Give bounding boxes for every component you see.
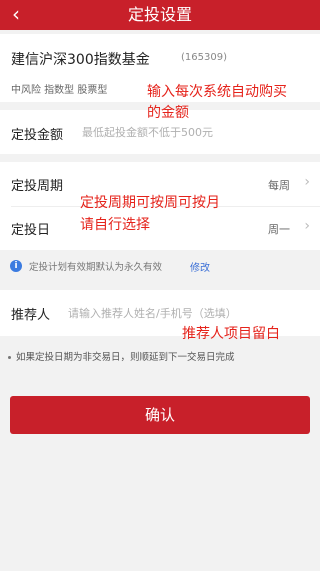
non-trading-day-note: 如果定投日期为非交易日，则顺延到下一交易日完成 <box>8 349 235 363</box>
bullet-icon <box>8 356 11 359</box>
day-label: 定投日 <box>11 223 51 238</box>
annotation-amount-line1: 输入每次系统自动购买 <box>147 84 287 100</box>
chevron-right-icon: › <box>304 218 310 234</box>
referrer-label: 推荐人 <box>11 308 51 323</box>
day-value: 周一 <box>268 223 290 236</box>
chevron-right-icon: › <box>304 174 310 190</box>
cycle-value: 每周 <box>268 179 290 192</box>
info-icon: i <box>10 260 22 272</box>
confirm-button[interactable]: 确认 <box>10 396 310 434</box>
amount-input[interactable] <box>82 122 282 142</box>
amount-label: 定投金额 <box>11 128 64 143</box>
top-bar: ‹ 定投设置 <box>0 0 320 30</box>
annotation-cycle-line1: 定投周期可按周可按月 <box>80 195 220 211</box>
cycle-label: 定投周期 <box>11 179 64 194</box>
validity-text: 定投计划有效期默认为永久有效 <box>29 262 163 273</box>
annotation-referrer: 推荐人项目留白 <box>182 326 280 342</box>
note-text: 如果定投日期为非交易日，则顺延到下一交易日完成 <box>16 352 235 363</box>
modify-link[interactable]: 修改 <box>190 259 210 274</box>
fund-code: (165309) <box>181 52 227 63</box>
annotation-cycle-line2: 请自行选择 <box>80 217 150 233</box>
page-title: 定投设置 <box>127 5 192 24</box>
fund-name: 建信沪深300指数基金 <box>11 52 150 68</box>
referrer-input[interactable] <box>68 303 308 323</box>
annotation-amount-line2: 的金额 <box>147 105 189 121</box>
fund-tags: 中风险 指数型 股票型 <box>11 85 108 96</box>
